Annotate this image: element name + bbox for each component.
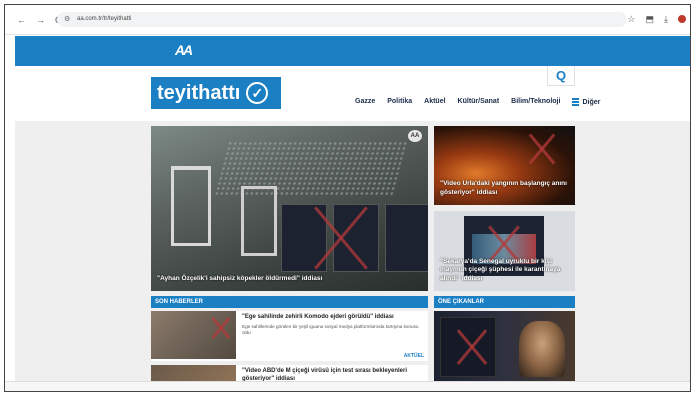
false-claim-x-icon: [454, 325, 490, 369]
hamburger-icon: [572, 98, 580, 106]
false-claim-x-icon: [311, 198, 371, 278]
profile-avatar[interactable]: [678, 15, 686, 23]
aa-watermark-icon: AA: [408, 130, 422, 142]
url-text: aa.com.tr/tr/teyithatti: [77, 16, 132, 22]
hero-screenshot: [385, 204, 428, 272]
news-thumbnail: [151, 311, 236, 359]
menu-item-gazze[interactable]: Gazze: [355, 98, 375, 106]
browser-nav: ← → C: [17, 15, 62, 25]
news-category[interactable]: AKTÜEL: [404, 353, 424, 359]
download-icon[interactable]: ⤓: [664, 14, 668, 25]
menu-item-bilim-teknoloji[interactable]: Bilim/Teknoloji: [511, 98, 560, 106]
featured-heading[interactable]: ÖNE ÇIKANLAR: [434, 296, 575, 308]
false-claim-x-icon: [209, 315, 233, 341]
check-icon: ✓: [246, 82, 269, 104]
news-list-item[interactable]: "Ege sahilinde zehirli Komodo ejderi gör…: [151, 311, 428, 361]
menu-item-more[interactable]: Diğer: [572, 98, 600, 106]
bottom-strip: [5, 381, 690, 391]
main-content: AA "Ayhan Özçelik'i sahipsiz köpekler öl…: [15, 121, 690, 383]
aa-top-bar: AA: [15, 36, 690, 66]
false-claim-x-icon: [522, 130, 562, 168]
back-icon[interactable]: ←: [17, 15, 26, 25]
menu-item-kultur-sanat[interactable]: Kültür/Sanat: [458, 98, 500, 106]
hero-article[interactable]: AA "Ayhan Özçelik'i sahipsiz köpekler öl…: [151, 126, 428, 291]
menu-item-aktuel[interactable]: Aktüel: [424, 98, 445, 106]
latest-news-heading[interactable]: SON HABERLER: [151, 296, 428, 308]
side-article-caption: "Video Urla'daki yangının başlangıç anın…: [440, 180, 567, 196]
browser-actions: ☆ ⬒ ⤓: [627, 14, 686, 25]
more-label: Diğer: [582, 98, 601, 106]
hero-image-gate: [171, 166, 211, 246]
browser-window: ← → C ⚙ aa.com.tr/tr/teyithatti ☆ ⬒ ⤓ AA…: [4, 4, 691, 392]
side-article-caption: "Sekarya'da Senegal uyruklu bir kişi may…: [440, 257, 561, 282]
browser-toolbar: ← → C ⚙ aa.com.tr/tr/teyithatti ☆ ⬒ ⤓: [5, 5, 690, 35]
featured-article[interactable]: [434, 311, 575, 383]
main-menu: Gazze Politika Aktüel Kültür/Sanat Bilim…: [355, 98, 600, 106]
bookmark-star-icon[interactable]: ☆: [627, 14, 635, 25]
side-article-monkeypox[interactable]: "Sekarya'da Senegal uyruklu bir kişi may…: [434, 211, 575, 291]
tune-icon[interactable]: ⚙: [64, 15, 70, 23]
side-article-fire[interactable]: "Video Urla'daki yangının başlangıç anın…: [434, 126, 575, 205]
address-bar[interactable]: ⚙ aa.com.tr/tr/teyithatti: [57, 12, 627, 27]
search-button[interactable]: Q: [547, 66, 575, 86]
brand-text: teyithattı: [157, 81, 241, 104]
hero-image-gate: [241, 186, 277, 256]
site-header: teyithattı ✓ Q Gazze Politika Aktüel Kül…: [15, 66, 690, 121]
aa-logo[interactable]: AA: [172, 42, 194, 60]
news-title[interactable]: "Ege sahilinde zehirli Komodo ejderi gör…: [242, 314, 422, 322]
hero-caption: "Ayhan Özçelik'i sahipsiz köpekler öldür…: [157, 274, 323, 282]
teyithatti-logo[interactable]: teyithattı ✓: [151, 77, 281, 109]
extensions-icon[interactable]: ⬒: [646, 14, 655, 25]
news-description: Ege sahillerinde görülen bir yeşil iguan…: [242, 324, 419, 336]
menu-item-politika[interactable]: Politika: [387, 98, 412, 106]
featured-photo: [519, 321, 565, 377]
forward-icon[interactable]: →: [36, 15, 45, 25]
